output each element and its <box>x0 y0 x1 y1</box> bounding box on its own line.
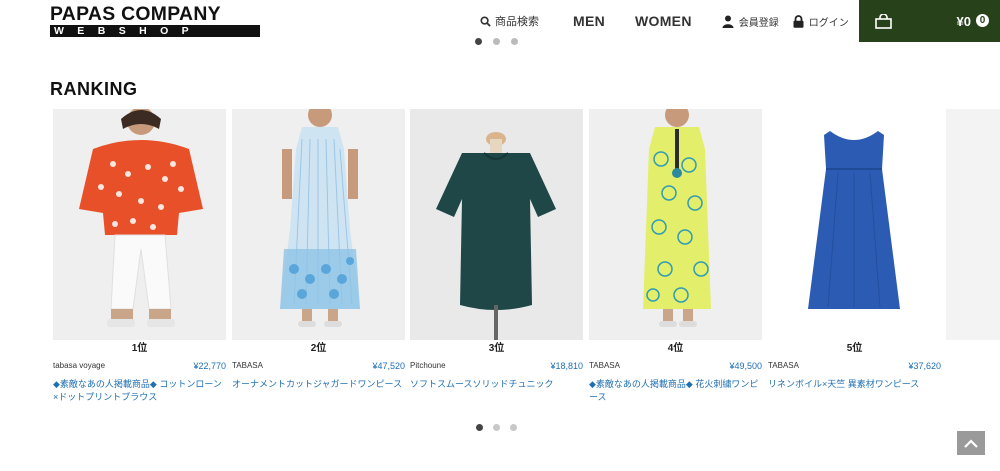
product-image[interactable] <box>53 109 226 340</box>
login-link[interactable]: ログイン <box>793 14 849 29</box>
product-price: ¥47,520 <box>372 361 405 371</box>
cart-total: ¥0 <box>956 14 971 29</box>
carousel-dot[interactable] <box>493 424 500 431</box>
product-image[interactable] <box>232 109 405 340</box>
product-image[interactable] <box>768 109 941 340</box>
product-meta: TABASA ¥49,500 <box>589 361 762 371</box>
product-card[interactable]: 2位 TABASA ¥47,520 オーナメントカットジャガードワンピース <box>232 109 405 391</box>
product-name-link[interactable]: リネンボイル×天竺 異素材ワンピース <box>768 378 941 391</box>
register-link[interactable]: 会員登録 <box>722 14 779 29</box>
lock-icon <box>793 14 804 28</box>
product-meta: TABASA ¥37,620 <box>768 361 941 371</box>
product-card[interactable]: 4位 TABASA ¥49,500 ◆素敵なあの人掲載商品◆ 花火刺繍ワンピース <box>589 109 762 404</box>
cart-count-badge: 0 <box>976 14 989 27</box>
product-meta: Pitchoune ¥18,810 <box>410 361 583 371</box>
site-logo[interactable]: PAPAS COMPANY WEBSHOP <box>50 5 260 37</box>
product-price: ¥37,620 <box>908 361 941 371</box>
cart-button[interactable]: ¥0 0 <box>859 0 1000 42</box>
product-card[interactable]: 5位 TABASA ¥37,620 リネンボイル×天竺 異素材ワンピース <box>768 109 941 391</box>
scroll-to-top-button[interactable] <box>957 431 985 455</box>
section-title: RANKING <box>50 79 138 99</box>
nav-women[interactable]: WOMEN <box>635 13 692 29</box>
chevron-up-icon <box>964 438 978 448</box>
product-brand: Pitchoune <box>410 361 446 370</box>
carousel-dot[interactable] <box>476 424 483 431</box>
search-label: 商品検索 <box>495 16 539 28</box>
user-icon <box>722 15 734 28</box>
product-meta: TABASA ¥47,520 <box>232 361 405 371</box>
product-image[interactable] <box>410 109 583 340</box>
banner-dot[interactable] <box>511 38 518 45</box>
product-card[interactable]: 3位 Pitchoune ¥18,810 ソフトスムースソリッドチュニック <box>410 109 583 391</box>
logo-bottom-text: WEBSHOP <box>50 25 260 37</box>
banner-dot[interactable] <box>475 38 482 45</box>
search-icon <box>480 15 491 27</box>
rank-label: 2位 <box>310 343 327 354</box>
product-meta: tabasa voyage ¥22,770 <box>53 361 226 371</box>
rank-label: 1位 <box>131 343 148 354</box>
carousel-dot[interactable] <box>510 424 517 431</box>
logo-top-text: PAPAS COMPANY <box>50 4 221 25</box>
product-brand: TABASA <box>768 361 799 370</box>
product-price: ¥18,810 <box>550 361 583 371</box>
banner-pagination <box>475 38 518 45</box>
product-image[interactable] <box>946 109 1000 340</box>
cart-icon <box>875 13 892 29</box>
product-price: ¥22,770 <box>193 361 226 371</box>
banner-dot[interactable] <box>493 38 500 45</box>
rank-label: 5位 <box>846 343 863 354</box>
product-brand: TABASA <box>589 361 620 370</box>
product-name-link[interactable]: オーナメントカットジャガードワンピース <box>232 378 405 391</box>
carousel-pagination <box>476 424 517 431</box>
register-label: 会員登録 <box>738 17 779 29</box>
rank-label: 4位 <box>667 343 684 354</box>
ranking-carousel: 1位 tabasa voyage ¥22,770 ◆素敵なあの人掲載商品◆ コッ… <box>53 109 1000 409</box>
nav-men[interactable]: MEN <box>573 13 605 29</box>
search-link[interactable]: 商品検索 <box>480 13 539 29</box>
login-label: ログイン <box>808 17 849 29</box>
product-brand: tabasa voyage <box>53 361 106 370</box>
product-brand: TABASA <box>232 361 263 370</box>
product-name-link[interactable]: ソフトスムースソリッドチュニック <box>410 378 583 391</box>
product-name-link[interactable]: ◆素敵なあの人掲載商品◆ 花火刺繍ワンピース <box>589 378 762 404</box>
product-name-link[interactable]: ◆素敵なあの人掲載商品◆ コットンローン×ドットプリントブラウス <box>53 378 226 404</box>
rank-label: 3位 <box>488 343 505 354</box>
product-price: ¥49,500 <box>729 361 762 371</box>
product-card-partial[interactable] <box>946 109 1000 340</box>
product-image[interactable] <box>589 109 762 340</box>
product-card[interactable]: 1位 tabasa voyage ¥22,770 ◆素敵なあの人掲載商品◆ コッ… <box>53 109 226 404</box>
main-nav: 商品検索 MEN WOMEN 会員登録 ログイン <box>480 0 863 42</box>
